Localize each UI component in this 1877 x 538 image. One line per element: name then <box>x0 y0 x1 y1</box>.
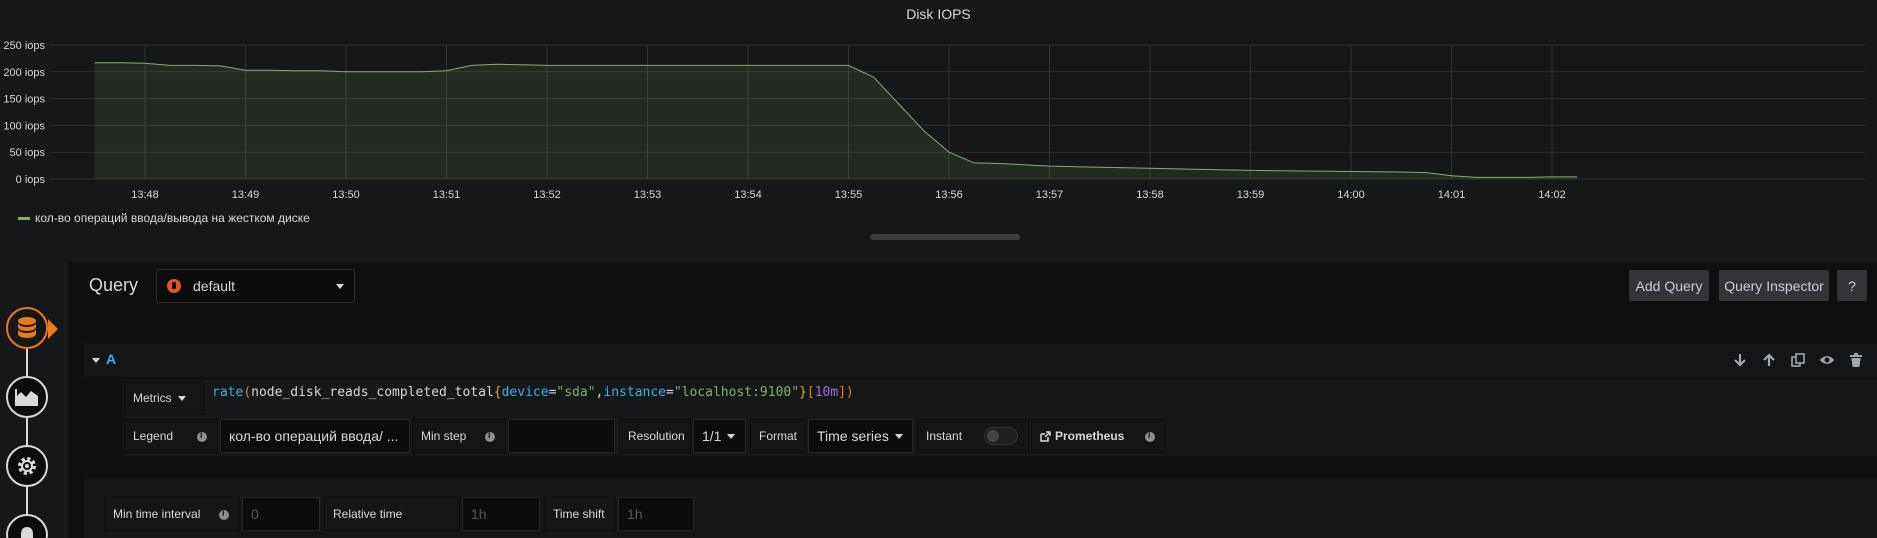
min-interval-label: Min time interval <box>104 497 240 531</box>
legend-format-label: Legend <box>124 419 218 453</box>
y-tick-label: 200 iops <box>3 67 45 79</box>
y-tick-label: 150 iops <box>3 94 45 106</box>
x-tick-label: 14:00 <box>1337 189 1365 200</box>
relative-time-label: Relative time <box>324 497 460 531</box>
time-shift-label: Time shift <box>544 497 616 531</box>
metrics-label: Metrics <box>133 391 172 405</box>
x-tick-label: 13:57 <box>1036 189 1064 200</box>
query-row-header[interactable] <box>84 343 1877 377</box>
min-interval-input[interactable]: 0 <box>242 497 320 531</box>
info-icon[interactable] <box>219 508 229 520</box>
caret-down-icon <box>177 395 186 401</box>
legend-item[interactable]: кол-во операций ввода/вывода на жестком … <box>18 211 310 225</box>
database-icon[interactable] <box>6 307 48 349</box>
caret-down-icon <box>336 284 344 289</box>
move-down-icon[interactable] <box>1731 351 1749 369</box>
metrics-button[interactable]: Metrics <box>124 381 204 415</box>
cog-icon[interactable] <box>6 445 48 487</box>
resolution-value: 1/1 <box>702 428 722 444</box>
min-step-input[interactable] <box>508 419 615 453</box>
prometheus-link-text: Prometheus <box>1055 429 1125 443</box>
duplicate-icon[interactable] <box>1789 351 1807 369</box>
query-ref-id[interactable]: A <box>106 351 116 367</box>
min-step-text: Min step <box>421 429 467 443</box>
y-tick-label: 50 iops <box>10 147 46 159</box>
caret-down-icon <box>727 433 736 439</box>
help-button[interactable]: ? <box>1837 270 1867 301</box>
resolution-label: Resolution <box>619 419 691 453</box>
legend-swatch <box>18 216 30 220</box>
x-tick-label: 13:53 <box>634 189 662 200</box>
x-tick-label: 13:59 <box>1237 189 1265 200</box>
resolution-select[interactable]: 1/1 <box>693 419 746 453</box>
relative-time-input[interactable]: 1h <box>462 497 540 531</box>
expr-label-value: "sda" <box>556 385 596 400</box>
datasource-value: default <box>193 278 236 294</box>
info-icon[interactable] <box>1145 430 1155 442</box>
graph-panel: Disk IOPS 0 iops 50 iops 100 iops 150 iops 2… <box>0 0 1877 248</box>
prometheus-icon <box>167 279 181 293</box>
y-tick-label: 250 iops <box>3 40 45 52</box>
x-tick-label: 13:48 <box>131 189 159 200</box>
y-tick-label: 100 iops <box>3 120 45 132</box>
instant-toggle[interactable] <box>984 427 1018 445</box>
min-step-label: Min step <box>412 419 506 453</box>
x-tick-label: 13:58 <box>1136 189 1164 200</box>
x-tick-label: 13:54 <box>734 189 762 200</box>
datasource-select[interactable]: default <box>156 269 355 303</box>
legend-label-text: Legend <box>133 429 174 443</box>
chart-icon[interactable] <box>6 376 48 418</box>
trash-icon[interactable] <box>1847 351 1865 369</box>
format-value: Time series <box>817 428 889 444</box>
expr-label-name: device <box>501 385 549 400</box>
time-shift-input[interactable]: 1h <box>618 497 694 531</box>
x-tick-label: 13:55 <box>835 189 863 200</box>
metrics-query-input[interactable]: rate(node_disk_reads_completed_total{dev… <box>212 385 854 400</box>
y-tick-label: 0 iops <box>16 174 46 186</box>
series-area <box>94 62 1578 180</box>
x-tick-label: 13:52 <box>533 189 561 200</box>
caret-down-icon <box>894 433 903 439</box>
format-label: Format <box>750 419 806 453</box>
x-tick-label: 13:49 <box>232 189 260 200</box>
active-step-arrow <box>48 319 58 339</box>
query-section-title: Query <box>89 275 139 295</box>
external-link-icon <box>1040 430 1051 442</box>
x-tick-label: 13:56 <box>935 189 963 200</box>
rail-line <box>26 330 28 538</box>
min-interval-text: Min time interval <box>113 507 201 521</box>
info-icon[interactable] <box>485 430 495 442</box>
x-tick-label: 13:51 <box>433 189 461 200</box>
add-query-button[interactable]: Add Query <box>1629 270 1709 301</box>
x-tick-label: 14:02 <box>1538 189 1566 200</box>
expr-label-name: instance <box>603 385 666 400</box>
legend-label: кол-во операций ввода/вывода на жестком … <box>35 211 310 225</box>
iops-chart: 0 iops 50 iops 100 iops 150 iops 200 iops 250… <box>3 40 1865 200</box>
prometheus-help-link[interactable]: Prometheus <box>1031 419 1166 453</box>
expr-duration: 10m <box>814 385 839 400</box>
eye-icon[interactable] <box>1818 351 1836 369</box>
instant-text: Instant <box>926 429 963 443</box>
legend-format-input[interactable]: кол-во операций ввода/ ... <box>220 419 410 453</box>
panel-resize-handle[interactable] <box>870 234 1020 240</box>
x-tick-label: 13:50 <box>332 189 360 200</box>
x-tick-label: 14:01 <box>1438 189 1466 200</box>
expr-metric: node_disk_reads_completed_total <box>251 385 494 400</box>
format-select[interactable]: Time series <box>808 419 913 453</box>
collapse-caret-icon[interactable] <box>92 358 100 363</box>
move-up-icon[interactable] <box>1760 351 1778 369</box>
query-inspector-button[interactable]: Query Inspector <box>1719 270 1829 301</box>
expr-function: rate <box>212 385 244 400</box>
info-icon[interactable] <box>197 430 207 442</box>
expr-label-value: "localhost:9100" <box>673 385 800 400</box>
